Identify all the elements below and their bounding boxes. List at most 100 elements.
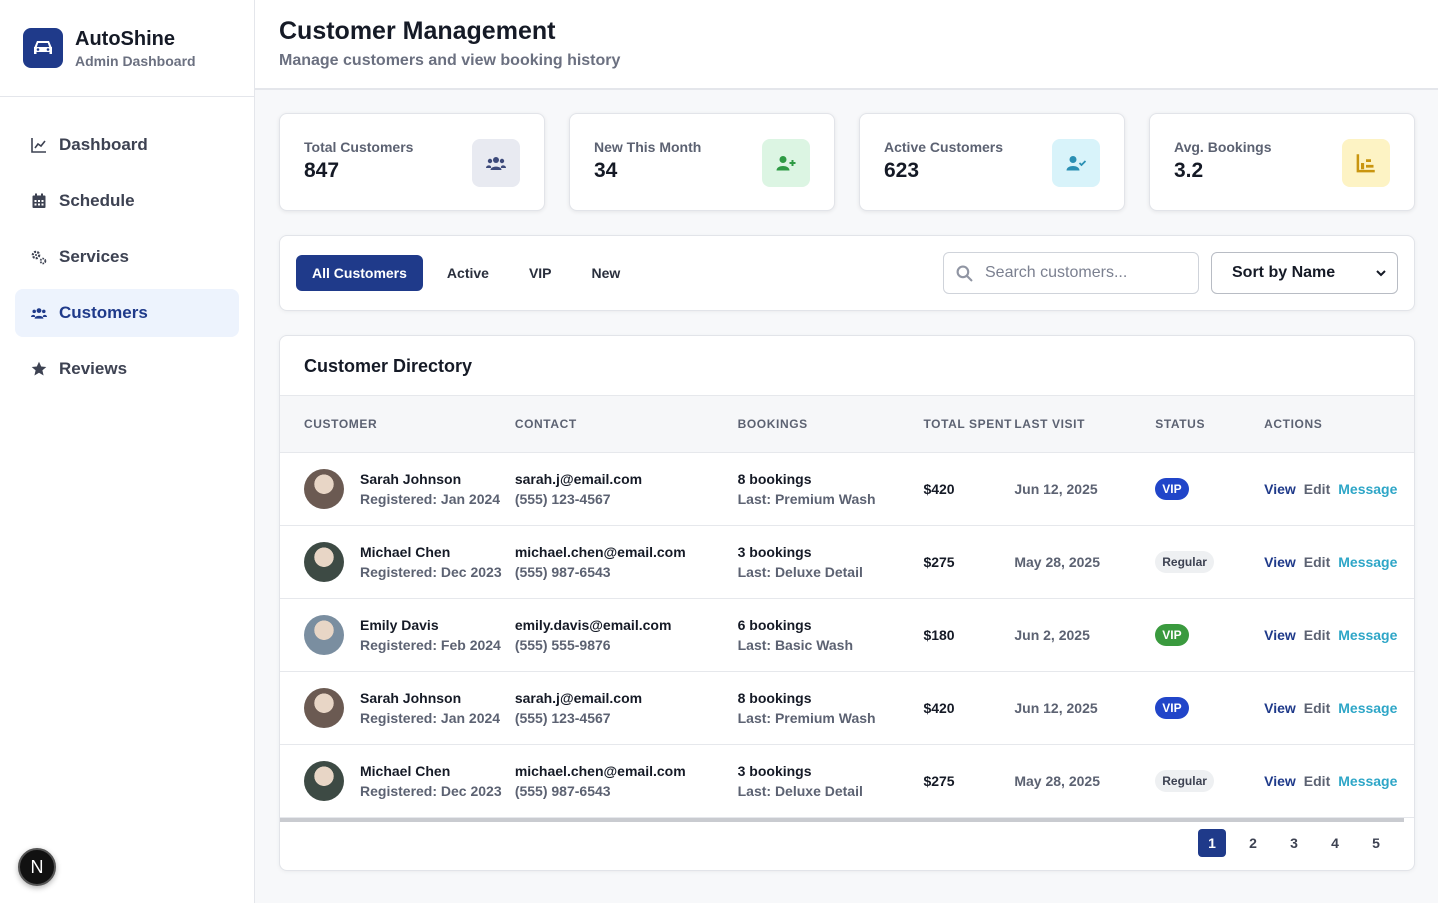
customer-cell: Emily Davis Registered: Feb 2024 (280, 615, 515, 655)
stat-value: 34 (594, 159, 618, 182)
avatar (304, 615, 344, 655)
edit-link[interactable]: Edit (1304, 481, 1330, 497)
bookings-cell: 3 bookings Last: Deluxe Detail (738, 544, 924, 580)
message-link[interactable]: Message (1338, 700, 1397, 716)
sidebar-item-customers[interactable]: Customers (15, 289, 239, 337)
actions-cell: View Edit Message (1264, 554, 1414, 570)
customer-email: sarah.j@email.com (514, 690, 643, 706)
table-row[interactable]: Michael Chen Registered: Dec 2023 michael.… (280, 526, 1414, 599)
search-input[interactable] (985, 264, 1185, 282)
chart-line-icon (31, 137, 59, 153)
avatar (304, 688, 344, 728)
tab-vip[interactable]: VIP (513, 255, 568, 291)
horizontal-scrollbar[interactable] (280, 818, 1404, 822)
sidebar-nav: Dashboard Schedule Services Customers Review… (0, 97, 254, 393)
customer-phone: (555) 987-6543 (514, 564, 611, 580)
stat-label: New This Month (594, 139, 702, 155)
table-row[interactable]: Sarah Johnson Registered: Jan 2024 sarah.j… (280, 453, 1414, 526)
view-link[interactable]: View (1264, 554, 1296, 570)
customer-name: Emily Davis (360, 617, 439, 633)
view-link[interactable]: View (1264, 481, 1296, 497)
last-visit: Jun 12, 2025 (1014, 700, 1098, 716)
status-badge: VIP (1155, 697, 1189, 719)
tab-active[interactable]: Active (431, 255, 505, 291)
booking-count: 6 bookings (737, 617, 812, 633)
stat-card: New This Month 34 (569, 113, 835, 211)
last-service: Last: Basic Wash (737, 637, 854, 653)
sort-select-value: Sort by Name (1232, 264, 1336, 281)
customer-phone: (555) 123-4567 (514, 710, 611, 726)
last-service: Last: Premium Wash (737, 710, 876, 726)
sidebar-item-services[interactable]: Services (15, 233, 239, 281)
search-icon (956, 265, 973, 281)
sidebar-item-label: Dashboard (59, 135, 148, 154)
message-link[interactable]: Message (1338, 481, 1397, 497)
user-plus-icon (762, 139, 810, 187)
page-button[interactable]: 3 (1280, 829, 1308, 857)
message-link[interactable]: Message (1338, 627, 1397, 643)
page-title: Customer Management (279, 17, 556, 45)
sidebar-item-reviews[interactable]: Reviews (15, 345, 239, 393)
search-box[interactable] (943, 252, 1199, 294)
registered-date: Registered: Jan 2024 (360, 491, 501, 507)
actions-cell: View Edit Message (1264, 700, 1414, 716)
customer-name: Sarah Johnson (360, 690, 462, 706)
stat-label: Avg. Bookings (1174, 139, 1272, 155)
tab-all-customers[interactable]: All Customers (296, 255, 423, 291)
sidebar: AutoShine Admin Dashboard Dashboard Sched… (0, 0, 255, 903)
bookings-cell: 8 bookings Last: Premium Wash (738, 471, 924, 507)
customer-name: Sarah Johnson (360, 471, 462, 487)
table-header: CUSTOMER CONTACT BOOKINGS TOTAL SPENT LAST V… (280, 396, 1414, 453)
page-button[interactable]: 2 (1239, 829, 1267, 857)
message-link[interactable]: Message (1338, 773, 1397, 789)
users-icon (472, 139, 520, 187)
column-header: BOOKINGS (737, 417, 808, 431)
message-link[interactable]: Message (1338, 554, 1397, 570)
actions-cell: View Edit Message (1264, 627, 1414, 643)
registered-date: Registered: Jan 2024 (360, 710, 501, 726)
last-visit: May 28, 2025 (1014, 773, 1100, 789)
page-button[interactable]: 5 (1362, 829, 1390, 857)
table-row[interactable]: Emily Davis Registered: Feb 2024 emily.dav… (280, 599, 1414, 672)
last-service: Last: Premium Wash (737, 491, 876, 507)
star-icon (31, 361, 59, 377)
edit-link[interactable]: Edit (1304, 773, 1330, 789)
status-badge: VIP (1155, 624, 1189, 646)
sidebar-item-label: Schedule (59, 191, 135, 210)
dev-tools-badge[interactable]: N (18, 848, 56, 886)
total-spent: $275 (923, 554, 955, 570)
stats-row: Total Customers 847 New This Month 34 Active… (279, 113, 1415, 211)
status-cell: VIP (1155, 478, 1264, 500)
table-row[interactable]: Sarah Johnson Registered: Jan 2024 sarah.j… (280, 672, 1414, 745)
edit-link[interactable]: Edit (1304, 700, 1330, 716)
sidebar-item-label: Customers (59, 303, 148, 322)
contact-cell: sarah.j@email.com (555) 123-4567 (515, 690, 738, 726)
table-body: Sarah Johnson Registered: Jan 2024 sarah.j… (280, 453, 1414, 818)
customer-email: michael.chen@email.com (514, 544, 686, 560)
view-link[interactable]: View (1264, 627, 1296, 643)
sidebar-item-dashboard[interactable]: Dashboard (15, 121, 239, 169)
page-button[interactable]: 1 (1198, 829, 1226, 857)
booking-count: 3 bookings (737, 544, 812, 560)
contact-cell: sarah.j@email.com (555) 123-4567 (515, 471, 738, 507)
sidebar-item-schedule[interactable]: Schedule (15, 177, 239, 225)
avatar (304, 761, 344, 801)
stat-value: 3.2 (1174, 159, 1204, 182)
edit-link[interactable]: Edit (1304, 554, 1330, 570)
sidebar-item-label: Services (59, 247, 129, 266)
customer-name: Michael Chen (360, 544, 451, 560)
table-row[interactable]: Michael Chen Registered: Dec 2023 michael.… (280, 745, 1414, 818)
bookings-cell: 6 bookings Last: Basic Wash (738, 617, 924, 653)
column-header: LAST VISIT (1014, 417, 1086, 431)
view-link[interactable]: View (1264, 773, 1296, 789)
tab-new[interactable]: New (576, 255, 637, 291)
stat-card: Total Customers 847 (279, 113, 545, 211)
page-button[interactable]: 4 (1321, 829, 1349, 857)
booking-count: 8 bookings (737, 471, 812, 487)
status-cell: Regular (1155, 551, 1264, 573)
sort-select[interactable]: Sort by Name (1211, 252, 1398, 294)
edit-link[interactable]: Edit (1304, 627, 1330, 643)
pagination: 12345 (1198, 829, 1390, 857)
avatar (304, 542, 344, 582)
view-link[interactable]: View (1264, 700, 1296, 716)
